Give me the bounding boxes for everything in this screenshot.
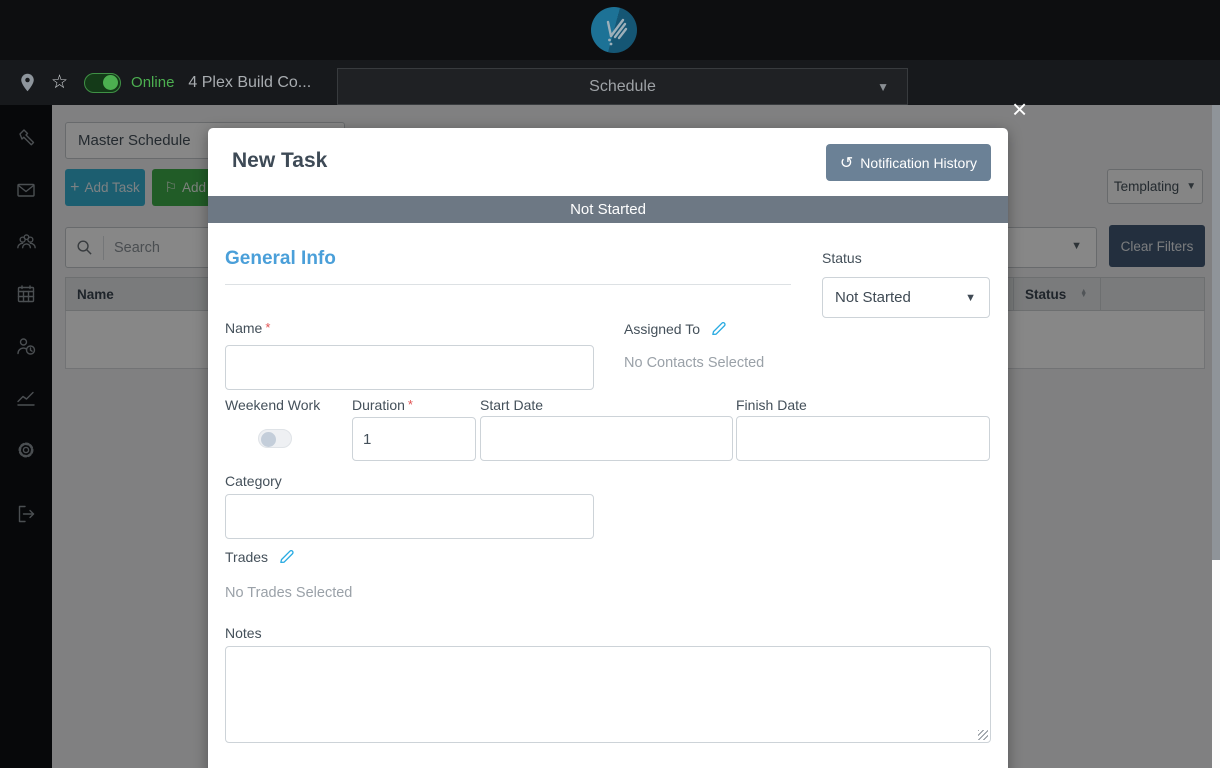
weekend-work-label: Weekend Work xyxy=(225,397,320,413)
location-pin-icon xyxy=(20,73,35,92)
required-asterisk: * xyxy=(265,320,270,335)
finish-date-label: Finish Date xyxy=(736,397,807,413)
job-bar: ☆ Online 4 Plex Build Co... Schedule ▼ xyxy=(0,60,1220,105)
finish-date-input[interactable] xyxy=(736,416,990,461)
modal-title: New Task xyxy=(232,149,327,173)
schedule-nav-dropdown[interactable]: Schedule ▼ xyxy=(337,68,908,105)
online-toggle[interactable] xyxy=(84,73,121,93)
weekend-work-toggle[interactable] xyxy=(258,429,292,448)
start-date-label: Start Date xyxy=(480,397,543,413)
duration-label: Duration* xyxy=(352,397,413,413)
notes-label: Notes xyxy=(225,625,262,641)
name-input[interactable] xyxy=(225,345,594,390)
online-label: Online xyxy=(131,74,174,91)
notes-textarea[interactable] xyxy=(225,646,991,743)
favorite-star-icon[interactable]: ☆ xyxy=(51,71,68,94)
app-screen: ☆ Online 4 Plex Build Co... Schedule ▼ xyxy=(0,0,1220,768)
duration-input[interactable] xyxy=(352,417,476,461)
section-title-general-info: General Info xyxy=(225,248,336,270)
toggle-knob xyxy=(261,432,276,447)
section-divider xyxy=(225,284,791,285)
category-label: Category xyxy=(225,473,282,489)
edit-pencil-icon[interactable] xyxy=(278,548,295,568)
chevron-down-icon: ▼ xyxy=(965,292,976,304)
no-trades-text: No Trades Selected xyxy=(225,585,352,601)
category-input[interactable] xyxy=(225,494,594,539)
textarea-resize-handle[interactable] xyxy=(978,730,988,740)
job-name[interactable]: 4 Plex Build Co... xyxy=(188,74,311,92)
nav-dropdown-value: Schedule xyxy=(589,78,656,96)
page-scrollbar[interactable] xyxy=(1212,105,1220,768)
toggle-knob xyxy=(103,75,118,90)
history-icon: ↺ xyxy=(840,153,853,173)
chevron-down-icon: ▼ xyxy=(877,80,889,94)
topbar xyxy=(0,0,1220,60)
notification-history-button[interactable]: ↺ Notification History xyxy=(826,144,991,181)
no-contacts-text: No Contacts Selected xyxy=(624,355,764,371)
required-asterisk: * xyxy=(408,397,413,412)
status-banner: Not Started xyxy=(208,196,1008,223)
status-select[interactable]: Not Started ▼ xyxy=(822,277,990,318)
trades-label: Trades xyxy=(225,548,295,568)
app-logo-icon[interactable] xyxy=(591,7,637,53)
new-task-modal: New Task ↺ Notification History Not Star… xyxy=(208,128,1008,768)
name-label: Name* xyxy=(225,320,270,336)
notification-history-label: Notification History xyxy=(860,155,977,171)
close-icon[interactable]: × xyxy=(1012,96,1027,122)
scrollbar-thumb[interactable] xyxy=(1212,105,1220,560)
status-select-value: Not Started xyxy=(835,289,911,306)
edit-pencil-icon[interactable] xyxy=(710,320,727,340)
assigned-to-label: Assigned To xyxy=(624,320,727,340)
status-label: Status xyxy=(822,250,862,266)
start-date-input[interactable] xyxy=(480,416,733,461)
logo-stripes xyxy=(591,7,637,53)
